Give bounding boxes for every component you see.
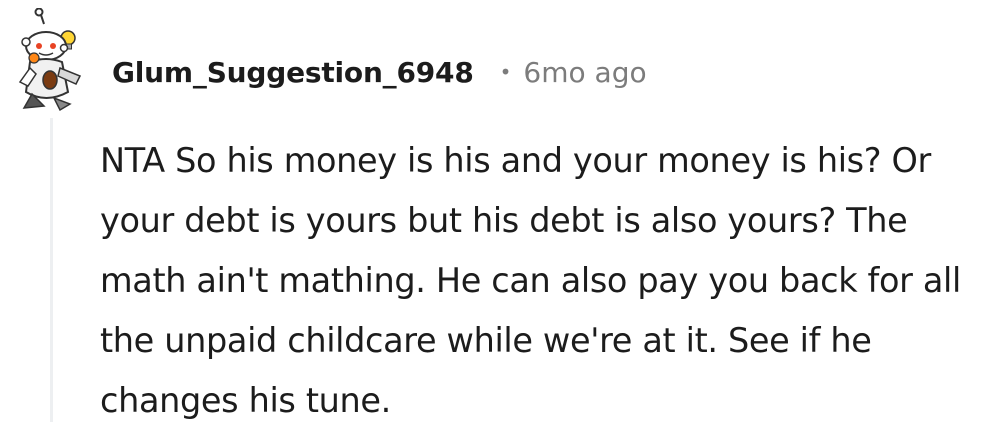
comment-timestamp[interactable]: 6mo ago xyxy=(523,56,646,89)
comment: Glum_Suggestion_6948 • 6mo ago NTA So hi… xyxy=(0,0,1007,422)
separator-dot: • xyxy=(499,60,512,84)
author-username[interactable]: Glum_Suggestion_6948 xyxy=(112,56,474,89)
comment-body: NTA So his money is his and your money i… xyxy=(100,141,961,420)
thread-line[interactable] xyxy=(50,118,53,422)
comment-header: Glum_Suggestion_6948 • 6mo ago xyxy=(112,50,647,94)
snoo-avatar-icon[interactable] xyxy=(14,7,90,112)
